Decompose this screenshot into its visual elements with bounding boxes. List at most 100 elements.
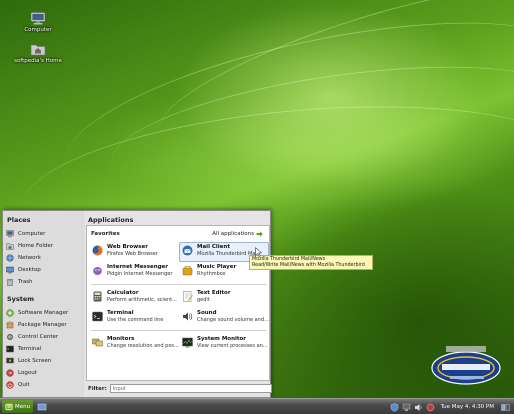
favorites-panel: Favorites All applications Web Browser Fi… xyxy=(86,225,270,381)
app-description: Rhythmbox xyxy=(197,271,226,277)
network-icon xyxy=(6,254,14,262)
places-item-label: Computer xyxy=(18,231,46,237)
filter-row: Filter: xyxy=(88,384,272,393)
app-description: Change resolution and pos... xyxy=(107,343,179,349)
arrow-right-icon xyxy=(256,231,263,237)
system-monitor-icon xyxy=(182,337,193,348)
app-name: Web Browser xyxy=(107,244,148,250)
app-text-editor[interactable]: Text Editor gedit xyxy=(179,288,269,308)
app-description: Use the command line xyxy=(107,317,164,323)
package-manager-icon xyxy=(6,321,14,329)
start-menu: Places Computer Home Folder Network Desk… xyxy=(2,210,272,398)
system-tray: Tue May 4, 4:30 PM xyxy=(387,401,510,413)
system-item-logout[interactable]: Logout xyxy=(6,367,80,379)
system-item-quit[interactable]: Quit xyxy=(6,379,80,391)
applet-icon[interactable] xyxy=(426,403,435,412)
favorites-divider xyxy=(91,330,267,331)
system-item-label: Logout xyxy=(18,370,37,376)
firefox-icon xyxy=(92,245,103,256)
system-item-label: Lock Screen xyxy=(18,358,52,364)
app-calculator[interactable]: Calculator Perform arithmetic, scient... xyxy=(89,288,179,308)
app-name: Mail Client xyxy=(197,244,230,250)
desktop-icon-label: softpedia's Home xyxy=(14,58,62,64)
all-applications-button[interactable]: All applications xyxy=(212,231,263,237)
system-item-label: Control Center xyxy=(18,334,59,340)
thunderbird-icon xyxy=(182,245,193,256)
show-desktop-icon[interactable] xyxy=(37,402,47,412)
terminal-icon xyxy=(92,311,103,322)
desktop-icon-computer[interactable]: Computer xyxy=(13,12,63,33)
software-manager-icon xyxy=(6,309,14,317)
mouse-cursor-icon xyxy=(255,247,262,257)
places-item-label: Network xyxy=(18,255,41,261)
filter-input[interactable] xyxy=(109,384,272,393)
app-name: Internet Messenger xyxy=(107,264,168,270)
app-name: Terminal xyxy=(107,310,134,316)
home-folder-icon xyxy=(6,242,14,250)
places-item-desktop[interactable]: Desktop xyxy=(6,264,80,276)
monitors-icon xyxy=(92,337,103,348)
quit-icon xyxy=(6,381,14,389)
update-shield-icon[interactable] xyxy=(390,402,399,412)
app-sound[interactable]: Sound Change sound volume and... xyxy=(179,308,269,328)
system-item-control-center[interactable]: Control Center xyxy=(6,331,80,343)
places-item-label: Home Folder xyxy=(18,243,53,249)
applications-heading: Applications xyxy=(88,216,134,224)
computer-icon xyxy=(6,230,14,238)
watermark-logo xyxy=(428,338,502,390)
desktop-icon xyxy=(6,266,14,274)
all-applications-label: All applications xyxy=(212,231,254,237)
app-name: Calculator xyxy=(107,290,139,296)
system-item-package-manager[interactable]: Package Manager xyxy=(6,319,80,331)
control-center-icon xyxy=(6,333,14,341)
places-item-home-folder[interactable]: Home Folder xyxy=(6,240,80,252)
places-heading: Places xyxy=(7,216,31,224)
clock[interactable]: Tue May 4, 4:30 PM xyxy=(441,404,494,410)
system-item-label: Software Manager xyxy=(18,310,69,316)
app-description: Mozilla Thunderbird Mai xyxy=(197,251,257,257)
system-item-software-manager[interactable]: Software Manager xyxy=(6,307,80,319)
system-item-label: Terminal xyxy=(18,346,42,352)
terminal-icon xyxy=(6,345,14,353)
places-item-trash[interactable]: Trash xyxy=(6,276,80,288)
desktop-icon-home-folder[interactable]: softpedia's Home xyxy=(13,43,63,64)
computer-icon xyxy=(30,12,46,25)
app-web-browser[interactable]: Web Browser Firefox Web Browser xyxy=(89,242,179,262)
app-name: Music Player xyxy=(197,264,237,270)
filter-label: Filter: xyxy=(88,385,107,392)
calculator-icon xyxy=(92,291,103,302)
desktop-icon-label: Computer xyxy=(24,27,52,33)
network-tray-icon[interactable] xyxy=(402,403,411,412)
lock-screen-icon xyxy=(6,357,14,365)
mint-logo-icon xyxy=(5,403,13,411)
places-item-network[interactable]: Network xyxy=(6,252,80,264)
menu-button-label: Menu xyxy=(15,403,31,410)
app-system-monitor[interactable]: System Monitor View current processes an.… xyxy=(179,334,269,354)
app-name: Monitors xyxy=(107,336,135,342)
workspace-switcher-icon[interactable] xyxy=(501,403,510,412)
app-name: Text Editor xyxy=(197,290,231,296)
app-name: System Monitor xyxy=(197,336,246,342)
places-item-computer[interactable]: Computer xyxy=(6,228,80,240)
logout-icon xyxy=(6,369,14,377)
menu-sidebar: Places Computer Home Folder Network Desk… xyxy=(3,211,83,397)
taskbar: Menu Tue May 4, 4:30 PM xyxy=(0,398,514,414)
volume-icon[interactable] xyxy=(414,403,423,412)
app-internet-messenger[interactable]: Internet Messenger Pidgin Internet Messen… xyxy=(89,262,179,282)
system-heading: System xyxy=(7,295,35,303)
app-description: Perform arithmetic, scient... xyxy=(107,297,177,303)
system-item-lock-screen[interactable]: Lock Screen xyxy=(6,355,80,367)
app-name: Sound xyxy=(197,310,217,316)
app-terminal[interactable]: Terminal Use the command line xyxy=(89,308,179,328)
pidgin-icon xyxy=(92,265,103,276)
app-description: Firefox Web Browser xyxy=(107,251,158,257)
menu-button[interactable]: Menu xyxy=(2,400,34,413)
text-editor-icon xyxy=(182,291,193,302)
rhythmbox-icon xyxy=(182,265,193,276)
app-monitors[interactable]: Monitors Change resolution and pos... xyxy=(89,334,179,354)
system-item-label: Package Manager xyxy=(18,322,67,328)
tooltip-description: Read/Write Mail/News with Mozilla Thunde… xyxy=(252,263,365,268)
system-item-terminal[interactable]: Terminal xyxy=(6,343,80,355)
mail-client-tooltip: Mozilla Thunderbird Mail/News Read/Write… xyxy=(249,255,373,270)
favorites-heading: Favorites xyxy=(91,231,120,237)
